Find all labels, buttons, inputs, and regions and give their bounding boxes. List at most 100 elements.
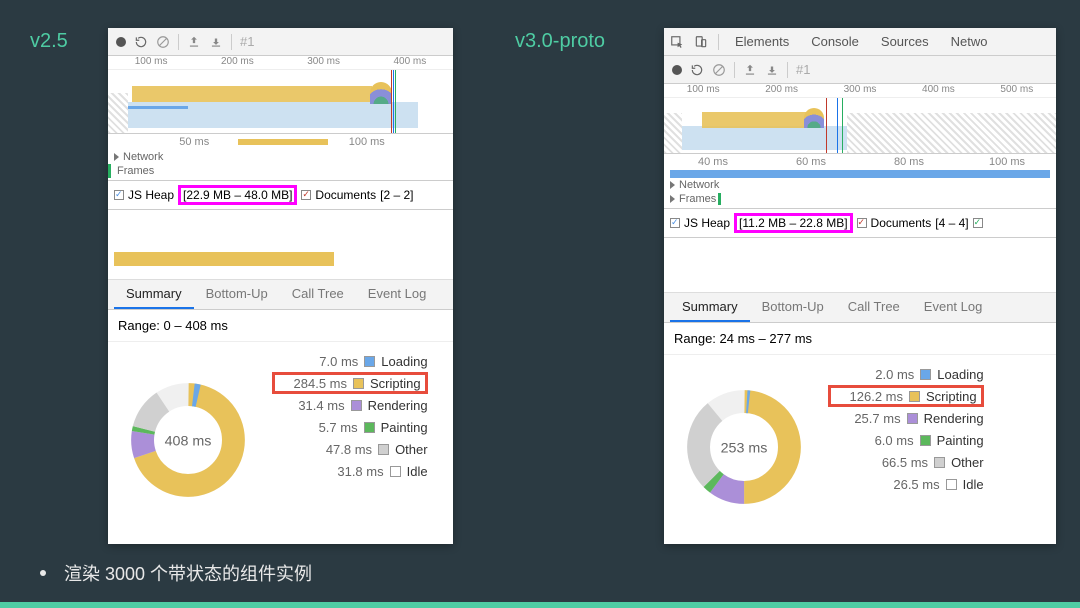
expand-icon[interactable] [670, 181, 675, 189]
clear-icon[interactable] [712, 63, 726, 77]
overview-timeline[interactable]: 100 ms 200 ms 300 ms 400 ms 500 ms [664, 84, 1056, 154]
expand-icon[interactable] [114, 153, 119, 161]
tick: 100 ms [958, 156, 1056, 168]
tick: 100 ms [664, 84, 742, 97]
ms-idle: 26.5 ms [872, 477, 940, 492]
lbl-scripting: Scripting [926, 389, 977, 404]
tick: 80 ms [860, 156, 958, 168]
ms-painting: 6.0 ms [846, 433, 914, 448]
tick: 400 ms [899, 84, 977, 97]
range-text: Range: 0 – 408 ms [108, 310, 453, 342]
reload-icon[interactable] [134, 35, 148, 49]
heap-checkbox[interactable] [114, 190, 124, 200]
counters-row: JS Heap [22.9 MB – 48.0 MB] Documents[2 … [108, 181, 453, 210]
swatch-other [934, 457, 945, 468]
donut-chart: 253 ms [674, 363, 814, 530]
upload-icon[interactable] [187, 35, 201, 49]
flame-chart[interactable] [108, 210, 453, 280]
ms-other: 47.8 ms [304, 442, 372, 457]
swatch-painting [920, 435, 931, 446]
tab-console[interactable]: Console [805, 34, 865, 49]
flame-chart[interactable] [664, 238, 1056, 293]
heap-value-highlight: [11.2 MB – 22.8 MB] [734, 213, 853, 233]
toolbar: #1 [108, 28, 453, 56]
clear-icon[interactable] [156, 35, 170, 49]
download-icon[interactable] [765, 63, 779, 77]
toolbar: #1 [664, 56, 1056, 84]
tab-calltree[interactable]: Call Tree [280, 280, 356, 309]
tab-calltree[interactable]: Call Tree [836, 293, 912, 322]
ms-scripting: 126.2 ms [835, 389, 903, 404]
lbl-other: Other [951, 455, 984, 470]
legend: 7.0 msLoading 284.5 msScripting 31.4 msR… [272, 350, 428, 530]
legend: 2.0 msLoading 126.2 msScripting 25.7 msR… [828, 363, 984, 530]
tick: 500 ms [978, 84, 1056, 97]
docs-value: [2 – 2] [380, 188, 413, 202]
counters-row: JS Heap [11.2 MB – 22.8 MB] Documents[4 … [664, 209, 1056, 238]
tab-summary[interactable]: Summary [670, 293, 750, 322]
swatch-idle [946, 479, 957, 490]
tab-eventlog[interactable]: Event Log [356, 280, 439, 309]
swatch-rendering [907, 413, 918, 424]
reload-icon[interactable] [690, 63, 704, 77]
recording-name[interactable]: #1 [240, 34, 254, 49]
tab-bottomup[interactable]: Bottom-Up [750, 293, 836, 322]
lbl-rendering: Rendering [924, 411, 984, 426]
tick: 100 ms [108, 56, 194, 69]
bullet-icon [40, 570, 46, 576]
tab-eventlog[interactable]: Event Log [912, 293, 995, 322]
tick: 300 ms [281, 56, 367, 69]
network-row[interactable]: Network [123, 151, 163, 163]
docs-label: Documents [315, 188, 376, 202]
bottom-tabs: Summary Bottom-Up Call Tree Event Log [108, 280, 453, 310]
docs-checkbox[interactable] [857, 218, 867, 228]
bottom-tabs: Summary Bottom-Up Call Tree Event Log [664, 293, 1056, 323]
network-row[interactable]: Network [679, 179, 719, 191]
tick: 40 ms [664, 156, 762, 168]
lbl-painting: Painting [937, 433, 984, 448]
caption: 渲染 3000 个带状态的组件实例 [40, 560, 312, 586]
summary-pane: 408 ms 7.0 msLoading 284.5 msScripting 3… [108, 342, 453, 544]
tick: 300 ms [821, 84, 899, 97]
overview-timeline[interactable]: 100 ms 200 ms 300 ms 400 ms [108, 56, 453, 134]
download-icon[interactable] [209, 35, 223, 49]
ms-rendering: 31.4 ms [277, 398, 345, 413]
sub-timeline[interactable]: 50 ms 100 ms Network Frames [108, 134, 453, 181]
tab-network[interactable]: Netwo [945, 34, 994, 49]
swatch-scripting [909, 391, 920, 402]
tab-bottomup[interactable]: Bottom-Up [194, 280, 280, 309]
docs-checkbox[interactable] [301, 190, 311, 200]
label-v25: v2.5 [30, 30, 68, 53]
swatch-loading [364, 356, 375, 367]
swatch-rendering [351, 400, 362, 411]
expand-icon[interactable] [670, 195, 675, 203]
footer-bar [0, 602, 1080, 608]
tick: 400 ms [367, 56, 453, 69]
nodes-checkbox[interactable] [973, 218, 983, 228]
heap-checkbox[interactable] [670, 218, 680, 228]
inspect-icon[interactable] [670, 35, 684, 49]
tab-elements[interactable]: Elements [729, 34, 795, 49]
devtools-panel-v25: #1 100 ms 200 ms 300 ms 400 ms 50 ms 100… [108, 28, 453, 544]
sub-timeline[interactable]: 40 ms 60 ms 80 ms 100 ms Network Frames [664, 154, 1056, 209]
record-icon[interactable] [672, 65, 682, 75]
tab-sources[interactable]: Sources [875, 34, 935, 49]
ms-loading: 2.0 ms [846, 367, 914, 382]
range-text: Range: 24 ms – 277 ms [664, 323, 1056, 355]
tab-summary[interactable]: Summary [114, 280, 194, 309]
tick: 200 ms [742, 84, 820, 97]
recording-name[interactable]: #1 [796, 62, 810, 77]
heap-label: JS Heap [684, 216, 730, 230]
lbl-scripting: Scripting [370, 376, 421, 391]
record-icon[interactable] [116, 37, 126, 47]
frames-row[interactable]: Frames [679, 193, 721, 205]
swatch-other [378, 444, 389, 455]
device-icon[interactable] [694, 35, 708, 49]
upload-icon[interactable] [743, 63, 757, 77]
lbl-rendering: Rendering [368, 398, 428, 413]
lbl-idle: Idle [963, 477, 984, 492]
frames-row[interactable]: Frames [117, 165, 154, 177]
ms-rendering: 25.7 ms [833, 411, 901, 426]
tick: 60 ms [762, 156, 860, 168]
tick: 200 ms [194, 56, 280, 69]
